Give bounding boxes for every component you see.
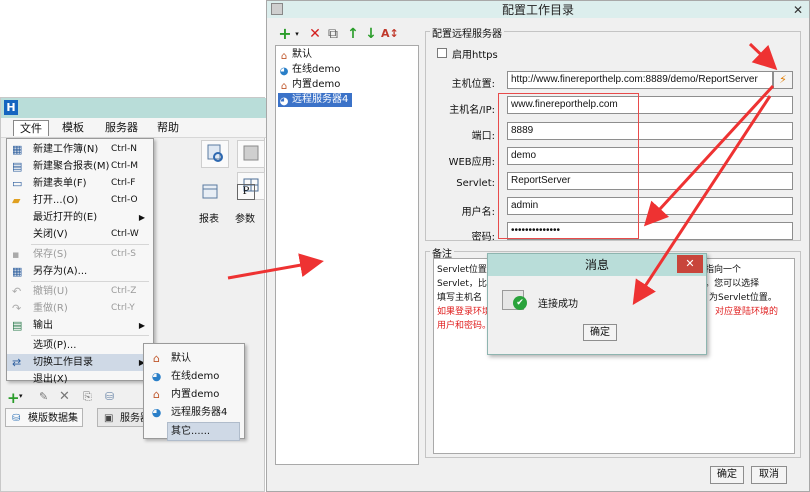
arrow-hostname bbox=[560, 90, 672, 92]
arrow-to-url-button bbox=[748, 42, 778, 71]
annotation-arrows bbox=[227, 42, 778, 306]
arrow-menu-to-dialog bbox=[227, 253, 324, 280]
arrow-fields-to-message bbox=[632, 95, 772, 306]
arrow-url-to-fields bbox=[643, 84, 775, 227]
